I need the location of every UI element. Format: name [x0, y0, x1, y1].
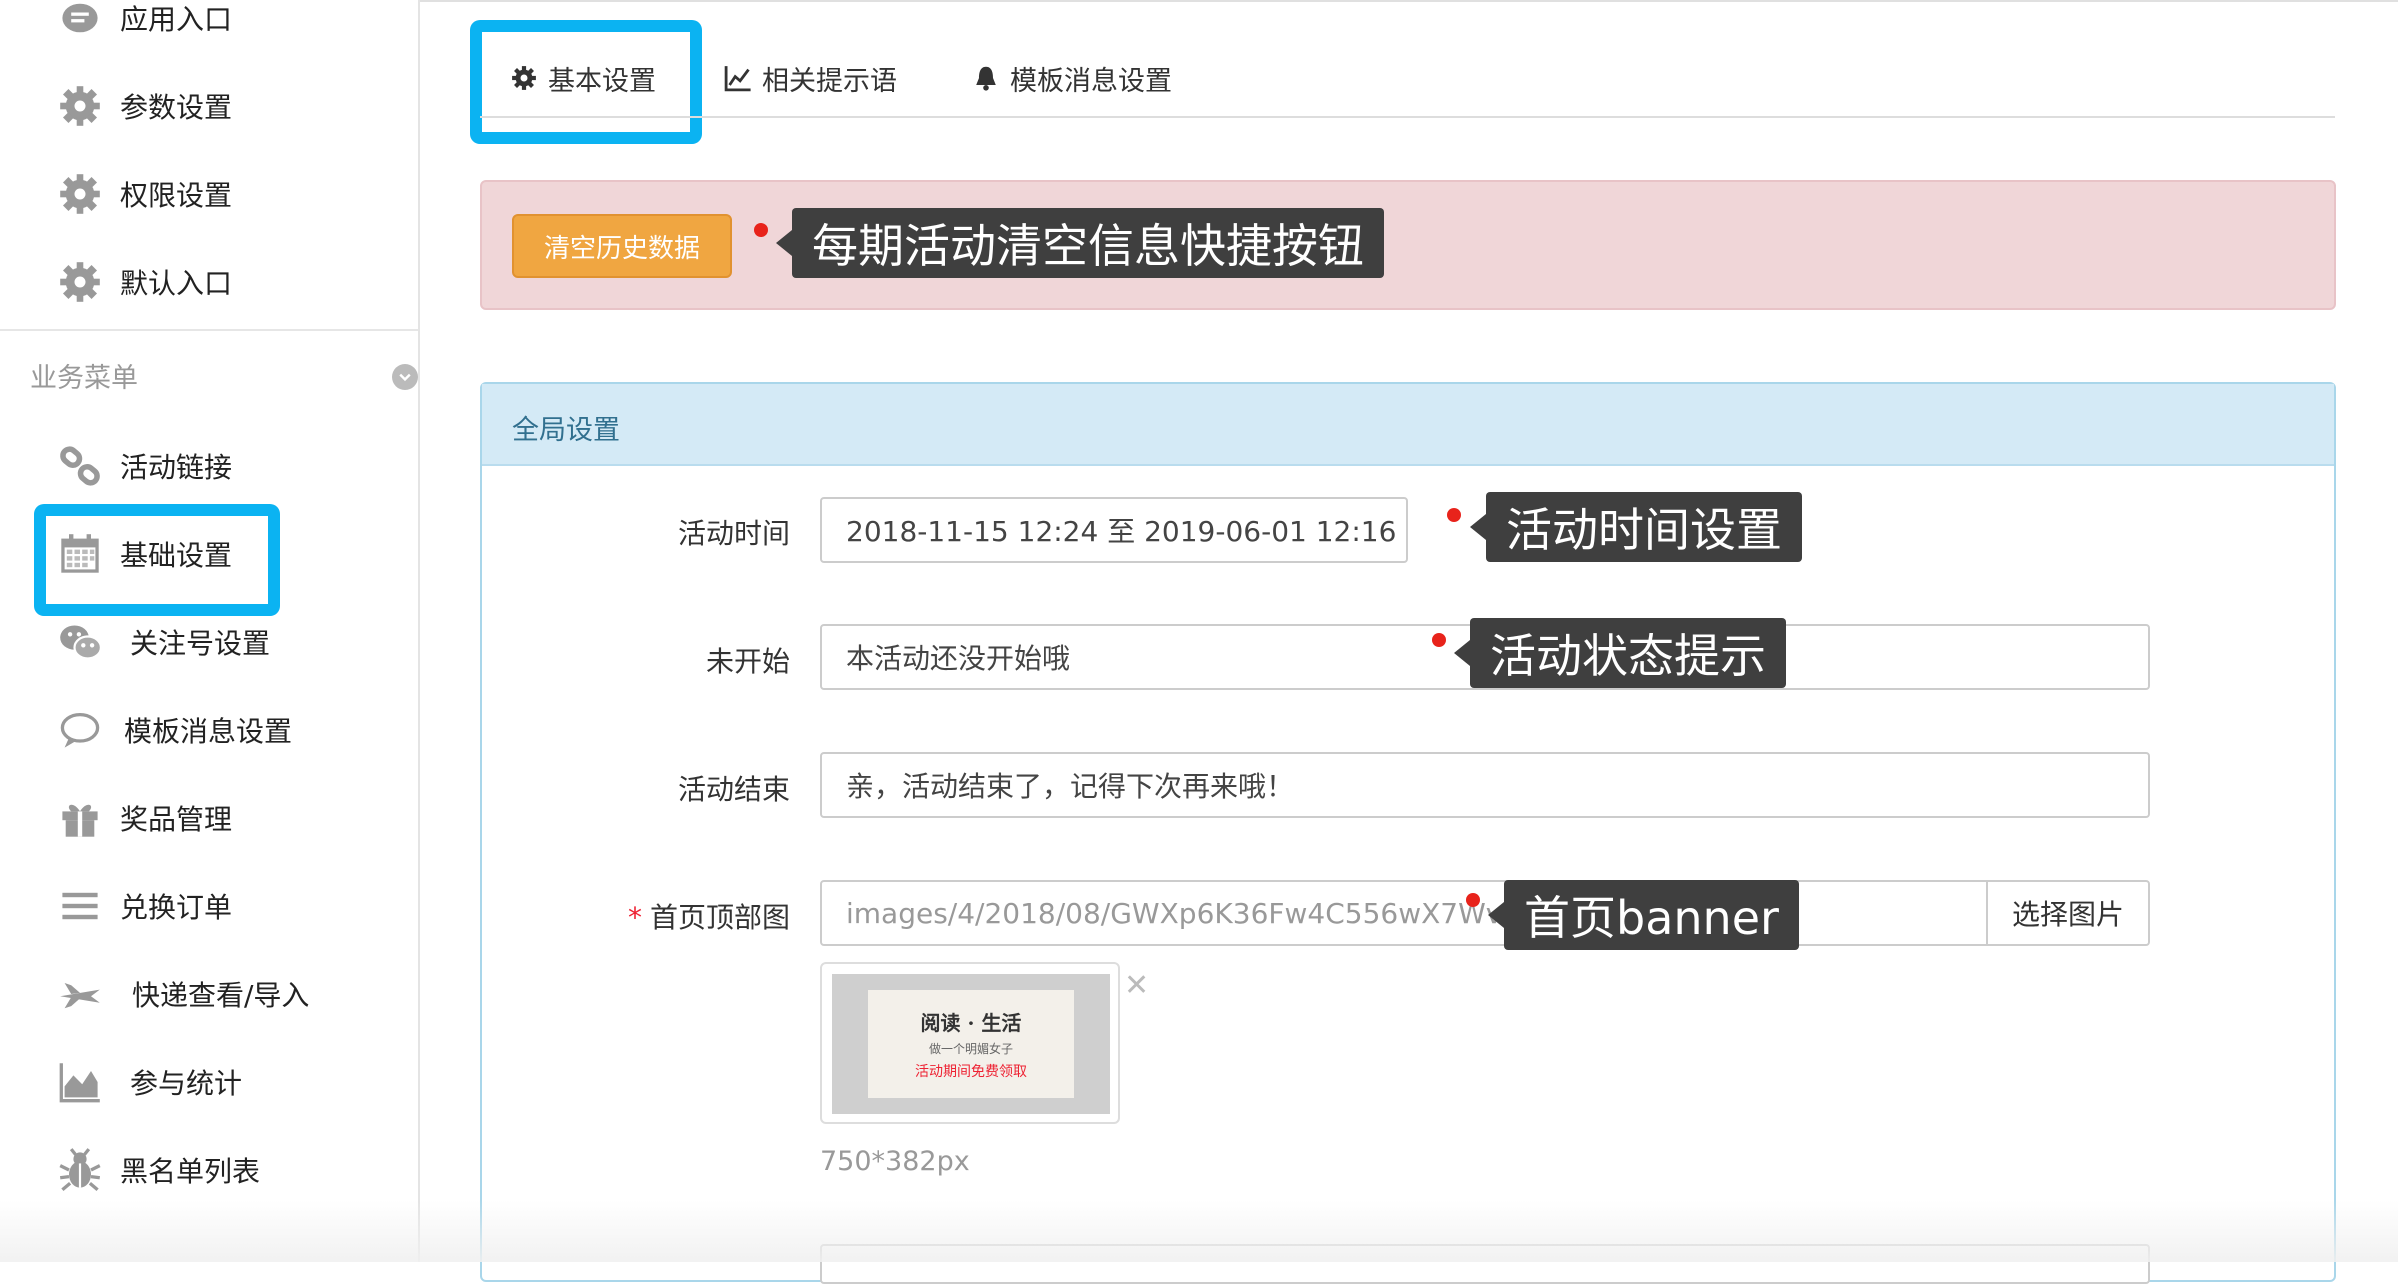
tooltip-activity-time: 活动时间设置 — [1470, 492, 1802, 562]
sidebar-item-follow-account[interactable]: 关注号设置 — [56, 612, 270, 672]
alert-box — [480, 180, 2336, 310]
tabs-underline — [480, 116, 2335, 118]
list-icon — [56, 882, 104, 930]
banner-label-text: 首页顶部图 — [649, 901, 790, 934]
gear-icon — [56, 170, 104, 218]
sidebar-item-label: 奖品管理 — [120, 803, 233, 836]
sidebar-item-label: 应用入口 — [120, 3, 233, 36]
sidebar-item-label: 权限设置 — [120, 179, 233, 212]
sidebar-item-label: 参与统计 — [130, 1067, 243, 1100]
marker-dot — [754, 223, 768, 237]
gift-icon — [56, 794, 104, 842]
tab-basic-settings[interactable]: 基本设置 — [510, 56, 656, 100]
tab-label: 相关提示语 — [762, 65, 897, 97]
sidebar-item-express[interactable]: 快递查看/导入 — [56, 964, 309, 1024]
sidebar-item-params[interactable]: 参数设置 — [56, 76, 232, 136]
tab-label: 模板消息设置 — [1010, 65, 1172, 97]
gear-icon — [56, 258, 104, 306]
bell-icon — [976, 66, 996, 91]
banner-card: 阅读 · 生活 做一个明媚女子 活动期间免费领取 — [868, 990, 1074, 1098]
sidebar: 应用入口 参数设置 权限设置 默认入口 业务菜单 活动链接 基础设置 关注号设置… — [0, 0, 420, 1262]
tab-label: 基本设置 — [548, 65, 656, 97]
panel-title: 全局设置 — [512, 415, 620, 446]
plane-icon — [56, 970, 104, 1018]
marker-dot — [1466, 893, 1480, 907]
tooltip-status: 活动状态提示 — [1454, 618, 1786, 688]
ended-value: 亲，活动结束了，记得下次再来哦！ — [846, 770, 1295, 803]
area-chart-icon — [56, 1058, 104, 1106]
sidebar-item-label: 兑换订单 — [120, 891, 233, 924]
chevron-down-icon[interactable] — [392, 364, 418, 390]
line-chart-icon — [724, 66, 751, 92]
message-icon — [56, 706, 104, 754]
sidebar-item-label: 关注号设置 — [130, 627, 271, 660]
activity-time-value: 2018-11-15 12:24 至 2019-06-01 12:16 — [846, 515, 1397, 548]
image-size-hint: 750*382px — [820, 1146, 970, 1177]
banner-image: 阅读 · 生活 做一个明媚女子 活动期间免费领取 — [832, 974, 1110, 1114]
sidebar-item-label: 模板消息设置 — [124, 715, 293, 748]
tooltip-clear-button: 每期活动清空信息快捷按钮 — [776, 208, 1384, 278]
sidebar-item-activity-link[interactable]: 活动链接 — [56, 436, 232, 496]
sidebar-item-prizes[interactable]: 奖品管理 — [56, 788, 232, 848]
tab-template-message[interactable]: 模板消息设置 — [972, 56, 1172, 100]
banner-title: 阅读 · 生活 — [920, 1011, 1022, 1035]
required-star: * — [627, 901, 642, 934]
sidebar-item-orders[interactable]: 兑换订单 — [56, 876, 232, 936]
sidebar-item-default-entry[interactable]: 默认入口 — [56, 252, 232, 312]
sidebar-item-template-message[interactable]: 模板消息设置 — [56, 700, 292, 760]
section-label: 业务菜单 — [30, 363, 138, 394]
sidebar-item-stats[interactable]: 参与统计 — [56, 1052, 242, 1112]
sidebar-item-blacklist[interactable]: 黑名单列表 — [56, 1140, 260, 1200]
sidebar-item-permissions[interactable]: 权限设置 — [56, 164, 232, 224]
banner-thumbnail: 阅读 · 生活 做一个明媚女子 活动期间免费领取 — [820, 962, 1120, 1124]
sidebar-item-label: 活动链接 — [120, 451, 233, 484]
sidebar-item-label: 默认入口 — [120, 267, 233, 300]
clear-history-button[interactable]: 清空历史数据 — [512, 214, 732, 278]
banner-path-input[interactable]: images/4/2018/08/GWXp6K36Fw4C556wX7WvxvX — [820, 880, 1988, 946]
bug-icon — [56, 1146, 104, 1194]
marker-dot — [1447, 508, 1461, 522]
ended-label: 活动结束 — [677, 773, 790, 806]
sidebar-item-label: 参数设置 — [120, 91, 233, 124]
banner-path-value: images/4/2018/08/GWXp6K36Fw4C556wX7WvxvX — [846, 896, 1555, 930]
activity-time-input[interactable]: 2018-11-15 12:24 至 2019-06-01 12:16 — [820, 497, 1408, 563]
banner-label: * 首页顶部图 — [490, 896, 790, 936]
sidebar-item-label: 快递查看/导入 — [132, 979, 310, 1012]
sidebar-item-app-entry[interactable]: 应用入口 — [56, 0, 232, 48]
select-image-button[interactable]: 选择图片 — [1986, 880, 2150, 946]
banner-promo: 活动期间免费领取 — [915, 1064, 1027, 1080]
remove-image-icon[interactable]: ✕ — [1124, 968, 1149, 1003]
gear-icon — [512, 66, 536, 90]
bottom-fade — [0, 1200, 2398, 1262]
tab-prompts[interactable]: 相关提示语 — [724, 56, 897, 100]
sidebar-item-label: 黑名单列表 — [120, 1155, 261, 1188]
marker-dot — [1432, 633, 1446, 647]
not-started-value: 本活动还没开始哦 — [846, 642, 1071, 675]
activity-time-label: 活动时间 — [677, 517, 790, 550]
gear-icon — [56, 82, 104, 130]
link-icon — [56, 442, 104, 490]
sidebar-highlight-box — [34, 504, 280, 616]
panel-header: 全局设置 — [482, 384, 2334, 466]
ended-input[interactable]: 亲，活动结束了，记得下次再来哦！ — [820, 752, 2150, 818]
banner-subtitle: 做一个明媚女子 — [928, 1042, 1013, 1056]
tooltip-banner: 首页banner — [1488, 880, 1799, 950]
sidebar-divider — [0, 329, 418, 331]
wechat-icon — [56, 618, 104, 666]
not-started-label: 未开始 — [705, 645, 790, 678]
chat-icon — [56, 0, 104, 42]
